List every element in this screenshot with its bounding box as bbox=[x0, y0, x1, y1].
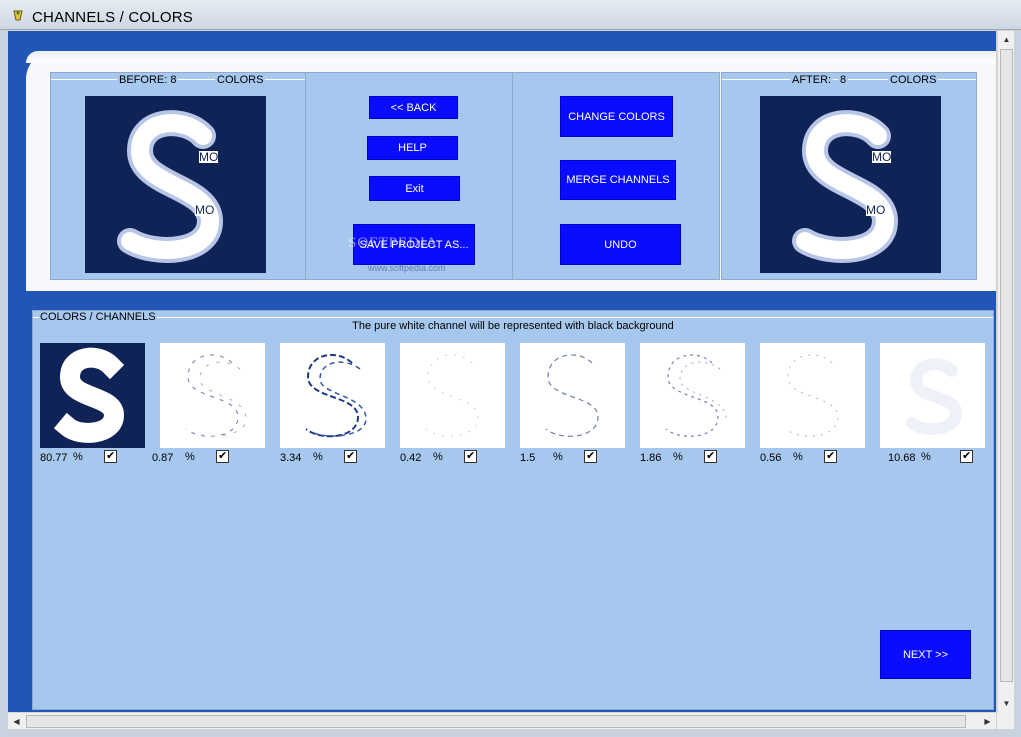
channel-3-glyph bbox=[305, 354, 367, 438]
after-preview-box: AFTER: 8 COLORS MO MO bbox=[721, 72, 977, 280]
channel-thumbnail-3[interactable] bbox=[280, 343, 385, 448]
channel-thumbnail-5[interactable] bbox=[520, 343, 625, 448]
colors-channels-panel: COLORS / CHANNELS The pure white channel… bbox=[32, 310, 994, 710]
after-label: AFTER: bbox=[790, 74, 834, 86]
channel-percent-8: 10.68 bbox=[888, 452, 916, 464]
merge-channels-button[interactable]: MERGE CHANNELS bbox=[560, 160, 676, 200]
channel-percent-sign-2: % bbox=[185, 451, 195, 463]
change-colors-button[interactable]: CHANGE COLORS bbox=[560, 96, 673, 137]
window-frame-bottom bbox=[0, 729, 1021, 737]
navigation-button-group: << BACK HELP Exit SAVE PROJECT AS... SOF… bbox=[305, 72, 513, 280]
window-frame-right bbox=[1014, 31, 1021, 737]
edit-button-group: CHANGE COLORS MERGE CHANNELS UNDO bbox=[512, 72, 720, 280]
after-count: 8 bbox=[838, 74, 849, 86]
before-image: MO MO bbox=[85, 96, 266, 273]
channel-thumbnail-6[interactable] bbox=[640, 343, 745, 448]
channel-percent-sign-3: % bbox=[313, 451, 323, 463]
channel-checkbox-2[interactable] bbox=[216, 449, 229, 463]
channel-4-glyph bbox=[425, 354, 479, 437]
channel-percent-sign-1: % bbox=[73, 451, 83, 463]
before-label: BEFORE: 8 bbox=[117, 74, 179, 86]
window-title: CHANNELS / COLORS bbox=[32, 9, 193, 26]
channel-percent-6: 1.86 bbox=[640, 452, 662, 464]
before-colors-label: COLORS bbox=[215, 74, 266, 86]
channel-7-glyph bbox=[785, 354, 839, 437]
channel-8-glyph bbox=[906, 358, 963, 435]
save-project-as-button[interactable]: SAVE PROJECT AS... bbox=[353, 224, 475, 265]
channel-percent-sign-4: % bbox=[433, 451, 443, 463]
undo-button[interactable]: UNDO bbox=[560, 224, 681, 265]
channel-5-glyph bbox=[545, 354, 599, 437]
window-frame-left bbox=[0, 31, 8, 729]
vertical-scroll-thumb[interactable] bbox=[1000, 49, 1013, 682]
channel-percent-2: 0.87 bbox=[152, 452, 174, 464]
before-overlay-text-2: MO bbox=[195, 203, 215, 217]
channel-checkbox-3[interactable] bbox=[344, 449, 357, 463]
channel-thumbnail-7[interactable] bbox=[760, 343, 865, 448]
after-overlay-text-2: MO bbox=[866, 203, 886, 217]
after-s-glyph bbox=[792, 110, 899, 263]
channel-thumbnail-4[interactable] bbox=[400, 343, 505, 448]
channel-percent-sign-6: % bbox=[673, 451, 683, 463]
horizontal-scrollbar[interactable]: ◀ ▶ bbox=[8, 712, 996, 729]
channels-panel-divider bbox=[33, 317, 993, 318]
channel-percent-3: 3.34 bbox=[280, 452, 302, 464]
channel-checkbox-8[interactable] bbox=[960, 449, 973, 463]
scrollbar-corner bbox=[997, 712, 1014, 729]
vertical-scrollbar[interactable]: ▲ ▼ bbox=[997, 31, 1014, 712]
top-panel: BEFORE: 8 COLORS MO MO << BACK HELP Exit… bbox=[26, 51, 996, 291]
channel-percent-5: 1.5 bbox=[520, 452, 536, 464]
title-bar: CHANNELS / COLORS bbox=[0, 0, 1021, 30]
channel-percent-4: 0.42 bbox=[400, 452, 422, 464]
horizontal-scroll-thumb[interactable] bbox=[26, 715, 966, 728]
channel-checkbox-4[interactable] bbox=[464, 449, 477, 463]
scroll-right-arrow-icon[interactable]: ▶ bbox=[979, 713, 996, 730]
channel-2-glyph bbox=[185, 354, 247, 437]
channel-checkbox-6[interactable] bbox=[704, 449, 717, 463]
channel-percent-1: 80.77 bbox=[40, 452, 68, 464]
before-s-glyph bbox=[117, 110, 224, 263]
after-overlay-text-1: MO bbox=[872, 150, 892, 164]
channel-checkbox-1[interactable] bbox=[104, 449, 117, 463]
channel-thumbnail-8[interactable] bbox=[880, 343, 985, 448]
scroll-up-arrow-icon[interactable]: ▲ bbox=[998, 31, 1015, 48]
channel-6-glyph bbox=[665, 354, 727, 437]
scroll-left-arrow-icon[interactable]: ◀ bbox=[8, 713, 25, 730]
help-button[interactable]: HELP bbox=[367, 136, 458, 160]
back-button[interactable]: << BACK bbox=[369, 96, 458, 119]
exit-button[interactable]: Exit bbox=[369, 176, 460, 201]
channel-thumbnail-1[interactable] bbox=[40, 343, 145, 448]
before-overlay-text-1: MO bbox=[199, 150, 219, 164]
after-image: MO MO bbox=[760, 96, 941, 273]
channel-percent-sign-5: % bbox=[553, 451, 563, 463]
channel-thumbnail-2[interactable] bbox=[160, 343, 265, 448]
after-colors-label: COLORS bbox=[888, 74, 939, 86]
app-icon bbox=[13, 10, 23, 21]
channel-checkbox-5[interactable] bbox=[584, 449, 597, 463]
next-button[interactable]: NEXT >> bbox=[880, 630, 971, 679]
channel-percent-7: 0.56 bbox=[760, 452, 782, 464]
scroll-down-arrow-icon[interactable]: ▼ bbox=[998, 695, 1015, 712]
channel-percent-sign-7: % bbox=[793, 451, 803, 463]
client-area: BEFORE: 8 COLORS MO MO << BACK HELP Exit… bbox=[8, 31, 996, 712]
before-preview-box: BEFORE: 8 COLORS MO MO bbox=[50, 72, 306, 280]
channel-percent-sign-8: % bbox=[921, 451, 931, 463]
channel-checkbox-7[interactable] bbox=[824, 449, 837, 463]
channel-1-glyph bbox=[53, 347, 125, 443]
channels-note: The pure white channel will be represent… bbox=[352, 320, 674, 332]
